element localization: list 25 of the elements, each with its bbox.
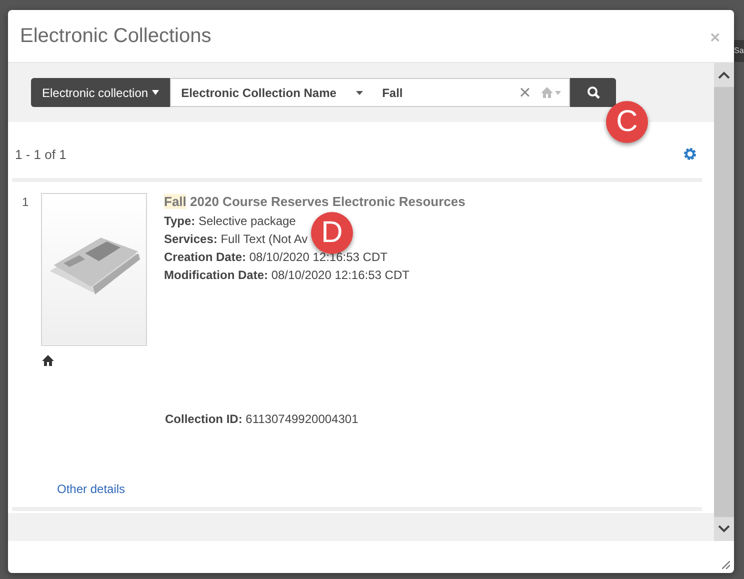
detail-line: Services: Full Text (Not Av xyxy=(164,231,308,248)
resize-grip-icon[interactable] xyxy=(722,561,730,569)
home-icon xyxy=(42,355,54,366)
scope-dropdown[interactable]: Electronic collection xyxy=(31,78,170,107)
caret-icon xyxy=(356,90,364,94)
search-button[interactable] xyxy=(570,78,616,107)
result-title[interactable]: Fall 2020 Course Reserves Electronic Resources xyxy=(164,194,466,209)
save-button[interactable]: Sa xyxy=(734,40,744,62)
dialog-title: Electronic Collections xyxy=(20,24,212,48)
caret-icon xyxy=(152,90,160,95)
search-field[interactable]: Electronic Collection Name Fall × xyxy=(170,78,570,107)
other-details-link[interactable]: Other details xyxy=(57,482,126,496)
scroll-down-icon[interactable] xyxy=(718,525,730,533)
result-count: 1 - 1 of 1 xyxy=(15,146,66,162)
scroll-up-icon[interactable] xyxy=(718,71,730,79)
caret-icon xyxy=(554,90,561,94)
detail-line: Type: Selective package xyxy=(164,213,296,230)
result-number: 1 xyxy=(22,194,30,211)
clear-button[interactable]: × xyxy=(519,82,531,102)
settings-icon[interactable] xyxy=(683,147,697,161)
field-dropdown[interactable]: Electronic Collection Name xyxy=(171,86,372,100)
collection-id: Collection ID: 61130749920004301 xyxy=(165,411,358,428)
home-icon xyxy=(540,87,553,98)
search-icon xyxy=(586,86,600,99)
detail-line: Modification Date: 08/10/2020 12:16:53 CDT xyxy=(164,267,410,284)
